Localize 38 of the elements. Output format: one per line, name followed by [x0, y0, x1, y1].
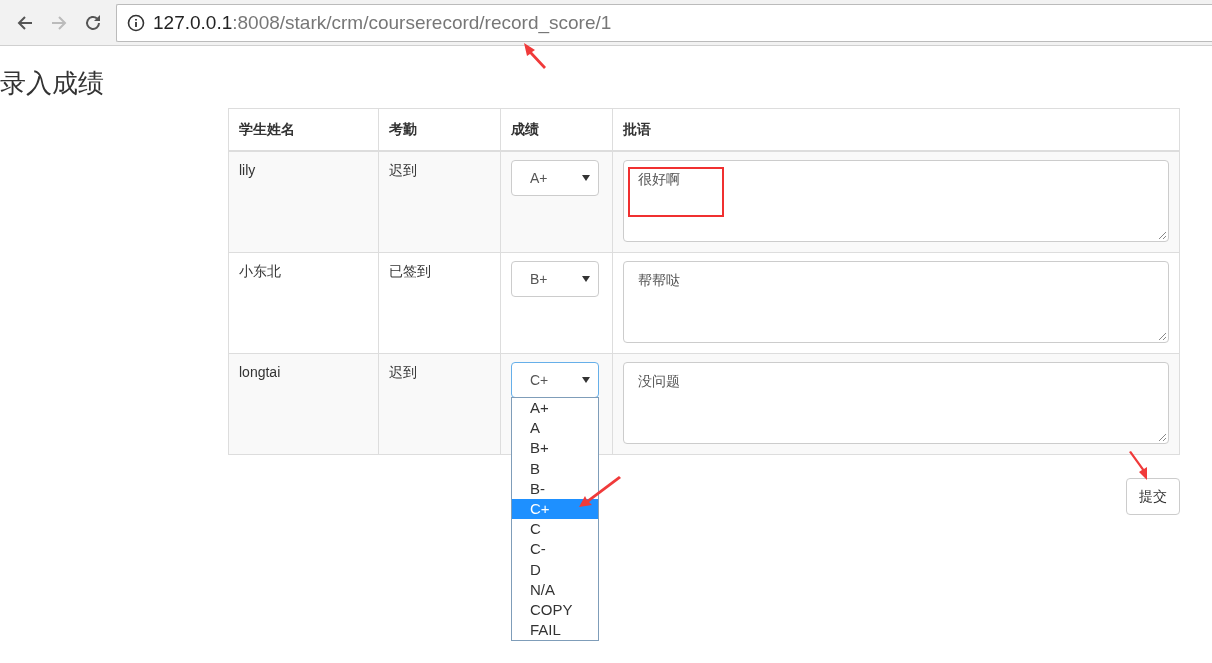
caret-icon [582, 377, 590, 383]
dropdown-option[interactable]: C [512, 519, 598, 540]
resize-grip-icon [1158, 231, 1166, 239]
submit-button[interactable]: 提交 [1126, 478, 1180, 515]
table-cell: 迟到 [378, 151, 501, 253]
comment-field[interactable]: 帮帮哒 [623, 261, 1169, 343]
dropdown-option[interactable]: D [512, 559, 598, 580]
grade-select[interactable]: C+ [511, 362, 599, 398]
url-host: 127.0.0.1 [153, 11, 233, 33]
table-cell: lily [228, 151, 378, 253]
page-heading: 录入成绩 [0, 68, 105, 98]
comment-field[interactable]: 没问题 [623, 362, 1169, 444]
resize-grip-icon [1158, 433, 1166, 441]
arrow-annotation [522, 42, 546, 70]
table-cell: 小东北 [228, 252, 378, 354]
comment-field[interactable]: 很好啊 [623, 160, 1169, 242]
caret-icon [582, 276, 590, 282]
grade-select[interactable]: B+ [511, 261, 599, 297]
arrow-annotation [1128, 450, 1150, 482]
grade-select[interactable]: A+ [511, 160, 599, 196]
address-bar[interactable]: 127.0.0.1:8008/stark/crm/courserecord/record_score/1 [116, 3, 1212, 42]
caret-icon [582, 175, 590, 181]
dropdown-option[interactable]: B [512, 458, 598, 479]
dropdown-option[interactable]: B+ [512, 438, 598, 459]
dropdown-option[interactable]: B- [512, 478, 598, 499]
table-cell: 迟到 [378, 353, 501, 455]
dropdown-option[interactable]: A+ [512, 398, 598, 419]
info-icon[interactable] [127, 13, 145, 32]
arrow-annotation [578, 475, 622, 509]
table-cell: 已签到 [378, 252, 501, 354]
dropdown-option[interactable]: FAIL [512, 620, 598, 641]
dropdown-option[interactable]: C- [512, 539, 598, 560]
url-path: :8008/stark/crm/courserecord/record_score/1 [232, 11, 612, 34]
dropdown-option[interactable]: A [512, 418, 598, 439]
dropdown-option[interactable]: N/A [512, 579, 598, 600]
dropdown-option[interactable]: COPY [512, 599, 598, 621]
table-cell: longtai [228, 353, 378, 455]
resize-grip-icon [1158, 332, 1166, 340]
